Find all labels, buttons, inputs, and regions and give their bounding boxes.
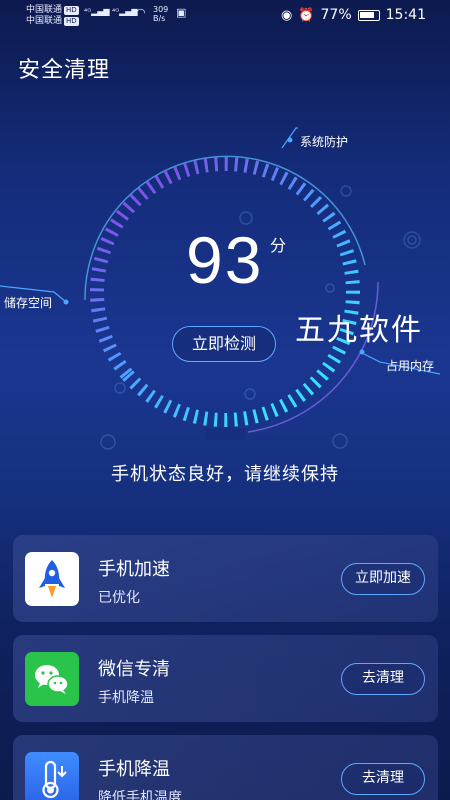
card-subtitle: 手机降温	[98, 690, 154, 706]
notification-icon: ▣	[176, 6, 187, 19]
card-title: 手机加速	[98, 559, 170, 580]
label-memory-usage: 占用内存	[386, 359, 435, 373]
status-right: ◉ ⏰ 77% 15:41	[281, 7, 426, 23]
carrier-1-label: 中国联通	[26, 5, 63, 15]
pointer-dot	[287, 137, 293, 143]
page-title: 安全清理	[18, 58, 111, 83]
card-title: 微信专清	[98, 659, 170, 680]
wechat-icon	[25, 652, 79, 706]
detect-now-button[interactable]: 立即检测	[172, 326, 276, 362]
hd-badge: HD	[64, 6, 79, 15]
wechat-clean-button[interactable]: 去清理	[341, 663, 425, 695]
carrier-2-label: 中国联通	[26, 16, 63, 26]
card-subtitle: 降低手机温度	[98, 790, 182, 800]
battery-icon	[357, 9, 380, 21]
phone-status-text: 手机状态良好，请继续保持	[111, 464, 339, 485]
card-title: 手机降温	[98, 759, 170, 780]
card-phone-speedup[interactable]: 手机加速 已优化 立即加速	[13, 535, 438, 622]
alarm-icon: ⏰	[298, 7, 315, 23]
status-bar: 中国联通 HD 中国联通 HD ⁴ᴳ▂▄▆ ⁴ᴳ▂▄▆ ◠ 309 B/s ▣ ◉ ⏰…	[0, 0, 450, 34]
card-phone-cooling[interactable]: 手机降温 降低手机温度 去清理	[13, 735, 438, 800]
net-speed: 309 B/s	[153, 5, 168, 23]
signal-icon: ⁴ᴳ▂▄▆	[84, 7, 110, 16]
clock: 15:41	[385, 7, 426, 23]
carrier-2: 中国联通 HD	[26, 16, 79, 26]
thermometer-icon	[25, 752, 79, 800]
pointer-dot	[63, 299, 69, 305]
eye-icon: ◉	[280, 7, 293, 23]
wifi-icon: ◠	[136, 6, 146, 19]
pointer-dot	[359, 349, 365, 355]
net-speed-unit: B/s	[153, 14, 166, 23]
rocket-icon	[25, 552, 79, 606]
tick-gap	[205, 428, 245, 440]
speedup-now-button[interactable]: 立即加速	[341, 563, 425, 595]
watermark-text: 五九软件	[295, 313, 423, 348]
score-value: 93	[186, 223, 264, 297]
label-storage-space: 储存空间	[4, 296, 53, 310]
score-unit: 分	[270, 236, 287, 255]
card-wechat-clean[interactable]: 微信专清 手机降温 去清理	[13, 635, 438, 722]
cooling-clean-button[interactable]: 去清理	[341, 763, 425, 795]
battery-percent: 77%	[320, 7, 352, 23]
signal-icon-2: ⁴ᴳ▂▄▆	[112, 7, 138, 16]
net-speed-value: 309	[153, 5, 169, 14]
card-subtitle: 已优化	[98, 590, 140, 606]
hd-badge: HD	[64, 17, 79, 26]
label-system-protection: 系统防护	[300, 135, 349, 149]
carrier-1: 中国联通 HD	[26, 5, 79, 15]
